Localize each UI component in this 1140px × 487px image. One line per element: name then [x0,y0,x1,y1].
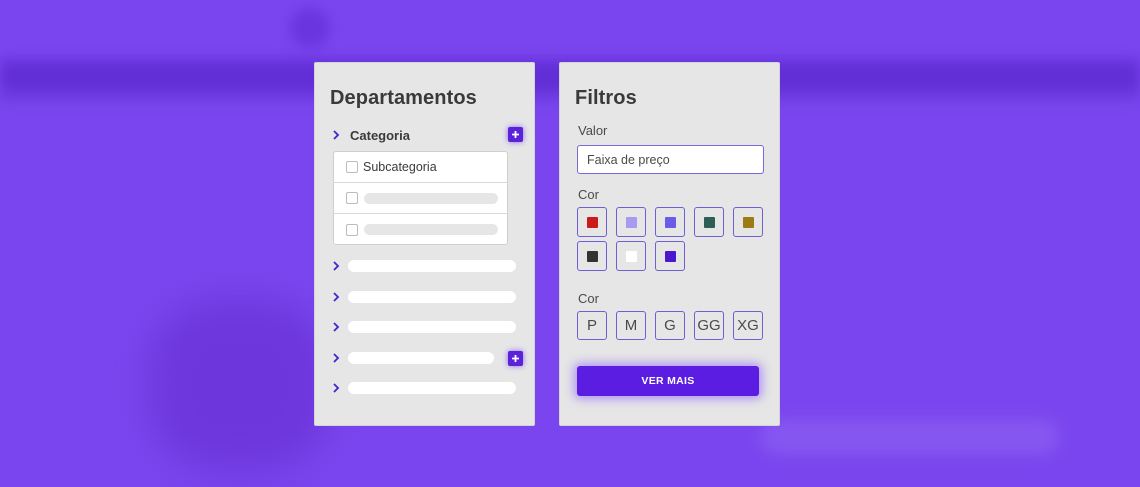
category-label: Categoria [350,127,410,143]
departments-panel: Departamentos Categoria Subcategoria [314,62,535,426]
background-blur [290,8,330,48]
size-label: Cor [578,291,599,306]
filters-panel: Filtros Valor Cor Cor PMGGGXG VER MAIS [559,62,780,426]
color-swatch-dot [625,216,637,228]
color-swatch-dot [586,250,598,262]
skeleton-placeholder [348,382,516,394]
chevron-right-icon[interactable] [330,291,342,303]
department-row[interactable] [330,320,523,334]
skeleton-placeholder [364,192,498,204]
skeleton-placeholder [364,224,498,235]
size-option[interactable]: M [616,311,646,340]
subcategory-label: Subcategoria [363,160,437,174]
background-blur [150,300,330,470]
skeleton-placeholder [348,260,516,272]
color-swatch[interactable] [616,241,646,271]
list-item[interactable] [334,214,507,245]
size-option[interactable]: P [577,311,607,340]
color-swatch-dot [586,216,598,228]
department-row[interactable] [330,290,523,304]
color-swatch[interactable] [577,241,607,271]
skeleton-placeholder [348,291,516,303]
category-row[interactable]: Categoria [330,125,523,145]
subcategory-list: Subcategoria [333,151,508,245]
color-swatch[interactable] [577,207,607,237]
chevron-right-icon[interactable] [330,129,342,141]
skeleton-placeholder [348,352,494,364]
color-swatch[interactable] [694,207,724,237]
color-swatch-dot [703,216,715,228]
see-more-button[interactable]: VER MAIS [577,366,759,396]
chevron-right-icon[interactable] [330,382,342,394]
department-row[interactable] [330,351,523,366]
list-item[interactable] [334,183,507,214]
size-option[interactable]: GG [694,311,724,340]
departments-title: Departamentos [330,87,477,109]
color-swatch-dot [625,250,637,262]
color-swatch[interactable] [733,207,763,237]
background-blur [760,420,1060,454]
department-row[interactable] [330,259,523,273]
color-label: Cor [578,187,599,202]
list-item[interactable]: Subcategoria [334,152,507,183]
subcategory-checkbox[interactable] [346,223,358,236]
size-option[interactable]: G [655,311,685,340]
department-row[interactable] [330,381,523,395]
color-swatch[interactable] [655,207,685,237]
color-swatch-dot [664,216,676,228]
color-swatch[interactable] [616,207,646,237]
color-swatches [577,207,767,271]
skeleton-placeholder [348,321,516,333]
color-swatch-dot [664,250,676,262]
plus-icon[interactable] [508,351,523,366]
chevron-right-icon[interactable] [330,321,342,333]
price-range-input[interactable] [577,145,764,174]
chevron-right-icon[interactable] [330,352,342,364]
color-swatch-dot [742,216,754,228]
size-option[interactable]: XG [733,311,763,340]
size-options: P M G GG XG [577,311,763,340]
subcategory-checkbox[interactable] [346,161,358,173]
plus-icon[interactable] [508,127,523,142]
chevron-right-icon[interactable] [330,260,342,272]
color-swatch[interactable] [655,241,685,271]
value-label: Valor [578,123,608,138]
subcategory-checkbox[interactable] [346,192,358,204]
filters-title: Filtros [575,87,637,109]
